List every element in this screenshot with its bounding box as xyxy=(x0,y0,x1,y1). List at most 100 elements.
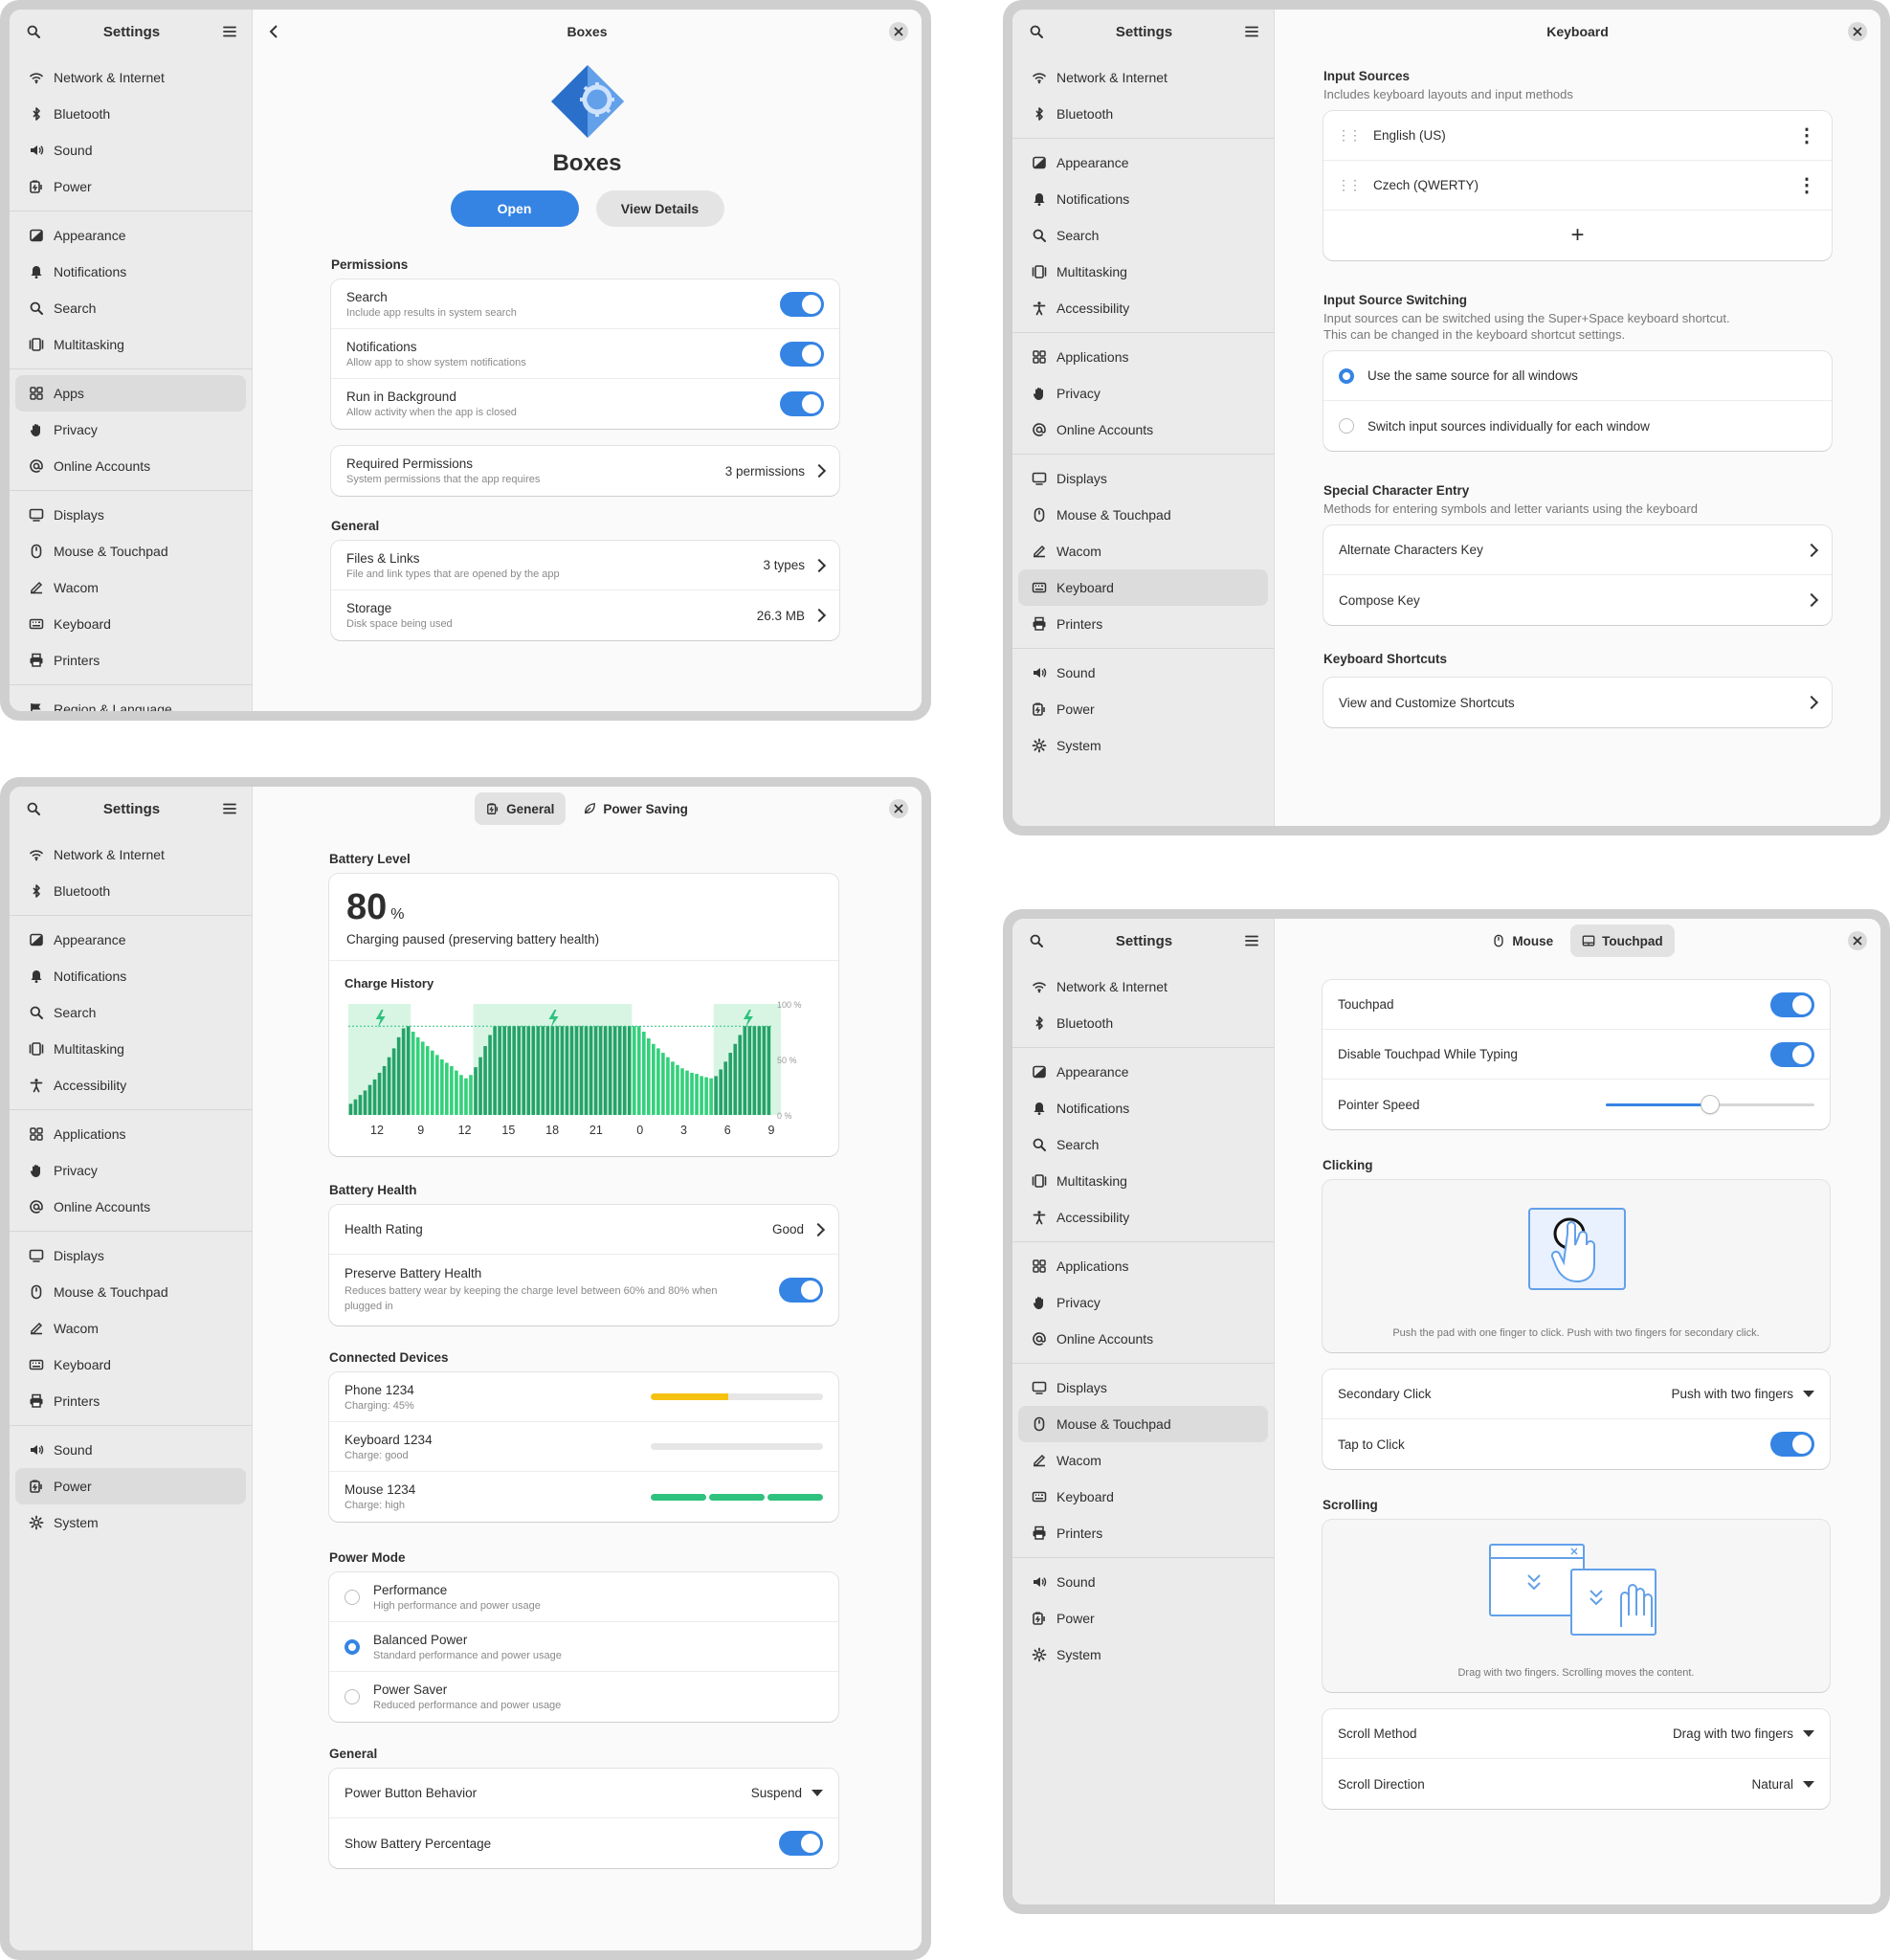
sidebar-item-network-internet[interactable]: Network & Internet xyxy=(1018,59,1268,96)
sidebar-item-bluetooth[interactable]: Bluetooth xyxy=(15,96,246,132)
sidebar-item-bluetooth[interactable]: Bluetooth xyxy=(1018,1005,1268,1041)
sidebar-item-printers[interactable]: Printers xyxy=(1018,1515,1268,1551)
secondary-click-dropdown[interactable]: Push with two fingers xyxy=(1671,1387,1814,1401)
sidebar-item-applications[interactable]: Applications xyxy=(1018,339,1268,375)
more-options-icon[interactable]: ⋮ xyxy=(1797,173,1816,197)
input-source-row[interactable]: ⋮⋮ English (US) ⋮ xyxy=(1323,111,1832,161)
radio-button[interactable] xyxy=(345,1638,360,1655)
sidebar-item-privacy[interactable]: Privacy xyxy=(1018,1284,1268,1321)
tab-touchpad[interactable]: Touchpad xyxy=(1570,924,1675,957)
scroll-method-row[interactable]: Scroll Method Drag with two fingers xyxy=(1323,1709,1830,1759)
sidebar-item-wacom[interactable]: Wacom xyxy=(15,1310,246,1347)
search-button[interactable] xyxy=(23,21,44,42)
sidebar-item-notifications[interactable]: Notifications xyxy=(15,958,246,994)
sidebar-item-power[interactable]: Power xyxy=(15,168,246,205)
power-button-dropdown[interactable]: Suspend xyxy=(751,1786,823,1800)
sidebar-item-sound[interactable]: Sound xyxy=(15,1432,246,1468)
drag-handle-icon[interactable]: ⋮⋮ xyxy=(1337,127,1362,144)
sidebar-item-system[interactable]: System xyxy=(1018,1637,1268,1673)
search-button[interactable] xyxy=(1026,21,1047,42)
tab-general[interactable]: General xyxy=(475,792,567,825)
back-button[interactable] xyxy=(268,24,279,42)
slider-handle[interactable] xyxy=(1701,1096,1719,1113)
close-button[interactable] xyxy=(1848,931,1867,950)
sidebar-item-printers[interactable]: Printers xyxy=(1018,606,1268,642)
sidebar-item-accessibility[interactable]: Accessibility xyxy=(1018,290,1268,326)
sidebar-item-applications[interactable]: Applications xyxy=(15,1116,246,1152)
add-input-source-button[interactable]: + xyxy=(1323,211,1832,260)
sidebar-item-wacom[interactable]: Wacom xyxy=(1018,533,1268,569)
radio-button[interactable] xyxy=(345,1689,360,1704)
main-menu-button[interactable] xyxy=(1241,930,1262,951)
sidebar-item-mouse-touchpad[interactable]: Mouse & Touchpad xyxy=(1018,497,1268,533)
sidebar-item-network-internet[interactable]: Network & Internet xyxy=(15,836,246,873)
sidebar-item-mouse-touchpad[interactable]: Mouse & Touchpad xyxy=(15,1274,246,1310)
sidebar-item-online-accounts[interactable]: Online Accounts xyxy=(15,1189,246,1225)
more-options-icon[interactable]: ⋮ xyxy=(1797,123,1816,147)
sidebar-item-multitasking[interactable]: Multitasking xyxy=(1018,254,1268,290)
switching-option-row[interactable]: Use the same source for all windows xyxy=(1323,351,1832,401)
scroll-direction-dropdown[interactable]: Natural xyxy=(1751,1777,1814,1792)
sidebar-item-privacy[interactable]: Privacy xyxy=(15,412,246,448)
sidebar-item-appearance[interactable]: Appearance xyxy=(15,922,246,958)
sidebar-item-keyboard[interactable]: Keyboard xyxy=(15,606,246,642)
sidebar-item-printers[interactable]: Printers xyxy=(15,1383,246,1419)
sidebar-item-network-internet[interactable]: Network & Internet xyxy=(1018,969,1268,1005)
sidebar-item-search[interactable]: Search xyxy=(15,994,246,1031)
sidebar-item-power[interactable]: Power xyxy=(1018,691,1268,727)
radio-button[interactable] xyxy=(1339,418,1354,434)
tap-to-click-row[interactable]: Tap to Click xyxy=(1323,1419,1830,1469)
sidebar-item-bluetooth[interactable]: Bluetooth xyxy=(1018,96,1268,132)
sidebar-item-bluetooth[interactable]: Bluetooth xyxy=(15,873,246,909)
power-mode-row[interactable]: Balanced Power Standard performance and p… xyxy=(329,1622,838,1672)
touchpad-row[interactable]: Touchpad xyxy=(1323,980,1830,1030)
sidebar-item-multitasking[interactable]: Multitasking xyxy=(1018,1163,1268,1199)
close-button[interactable] xyxy=(889,799,908,818)
radio-button[interactable] xyxy=(345,1589,360,1605)
sidebar-item-keyboard[interactable]: Keyboard xyxy=(1018,569,1268,606)
drag-handle-icon[interactable]: ⋮⋮ xyxy=(1337,177,1362,193)
sidebar-item-notifications[interactable]: Notifications xyxy=(15,254,246,290)
tab-power-saving[interactable]: Power Saving xyxy=(571,792,700,825)
sidebar-item-search[interactable]: Search xyxy=(1018,217,1268,254)
permission-row[interactable]: Notifications Allow app to show system no… xyxy=(331,329,839,379)
close-button[interactable] xyxy=(889,22,908,41)
switching-option-row[interactable]: Switch input sources individually for ea… xyxy=(1323,401,1832,451)
sidebar-item-online-accounts[interactable]: Online Accounts xyxy=(1018,1321,1268,1357)
sidebar-item-displays[interactable]: Displays xyxy=(15,1237,246,1274)
sidebar-item-power[interactable]: Power xyxy=(1018,1600,1268,1637)
sidebar-item-displays[interactable]: Displays xyxy=(1018,460,1268,497)
health-rating-row[interactable]: Health Rating Good xyxy=(329,1205,838,1255)
sidebar-item-accessibility[interactable]: Accessibility xyxy=(15,1067,246,1103)
main-menu-button[interactable] xyxy=(1241,21,1262,42)
view-shortcuts-row[interactable]: View and Customize Shortcuts xyxy=(1323,678,1832,727)
power-button-behavior-row[interactable]: Power Button Behavior Suspend xyxy=(329,1769,838,1818)
permission-toggle[interactable] xyxy=(780,341,824,367)
sidebar-item-applications[interactable]: Applications xyxy=(1018,1248,1268,1284)
sidebar-item-region-language[interactable]: Region & Language xyxy=(15,691,246,711)
sidebar-item-wacom[interactable]: Wacom xyxy=(15,569,246,606)
view-details-button[interactable]: View Details xyxy=(595,190,724,227)
show-battery-percentage-row[interactable]: Show Battery Percentage xyxy=(329,1818,838,1868)
scroll-direction-row[interactable]: Scroll Direction Natural xyxy=(1323,1759,1830,1809)
sidebar-item-power[interactable]: Power xyxy=(15,1468,246,1504)
sidebar-item-search[interactable]: Search xyxy=(15,290,246,326)
sidebar-item-appearance[interactable]: Appearance xyxy=(1018,145,1268,181)
permission-row[interactable]: Run in Background Allow activity when the… xyxy=(331,379,839,429)
sidebar-item-system[interactable]: System xyxy=(15,1504,246,1541)
power-mode-row[interactable]: Power Saver Reduced performance and power… xyxy=(329,1672,838,1722)
sidebar-item-wacom[interactable]: Wacom xyxy=(1018,1442,1268,1479)
tab-mouse[interactable]: Mouse xyxy=(1480,924,1565,957)
main-menu-button[interactable] xyxy=(219,798,240,819)
sidebar-item-keyboard[interactable]: Keyboard xyxy=(1018,1479,1268,1515)
sidebar-item-printers[interactable]: Printers xyxy=(15,642,246,679)
sidebar-item-sound[interactable]: Sound xyxy=(15,132,246,168)
sidebar-item-system[interactable]: System xyxy=(1018,727,1268,764)
disable-while-typing-toggle[interactable] xyxy=(1770,1041,1814,1067)
sidebar-item-accessibility[interactable]: Accessibility xyxy=(1018,1199,1268,1236)
sidebar-item-online-accounts[interactable]: Online Accounts xyxy=(1018,412,1268,448)
special-entry-row[interactable]: Compose Key xyxy=(1323,575,1832,625)
open-button[interactable]: Open xyxy=(450,190,579,227)
tap-to-click-toggle[interactable] xyxy=(1770,1432,1814,1457)
search-button[interactable] xyxy=(23,798,44,819)
